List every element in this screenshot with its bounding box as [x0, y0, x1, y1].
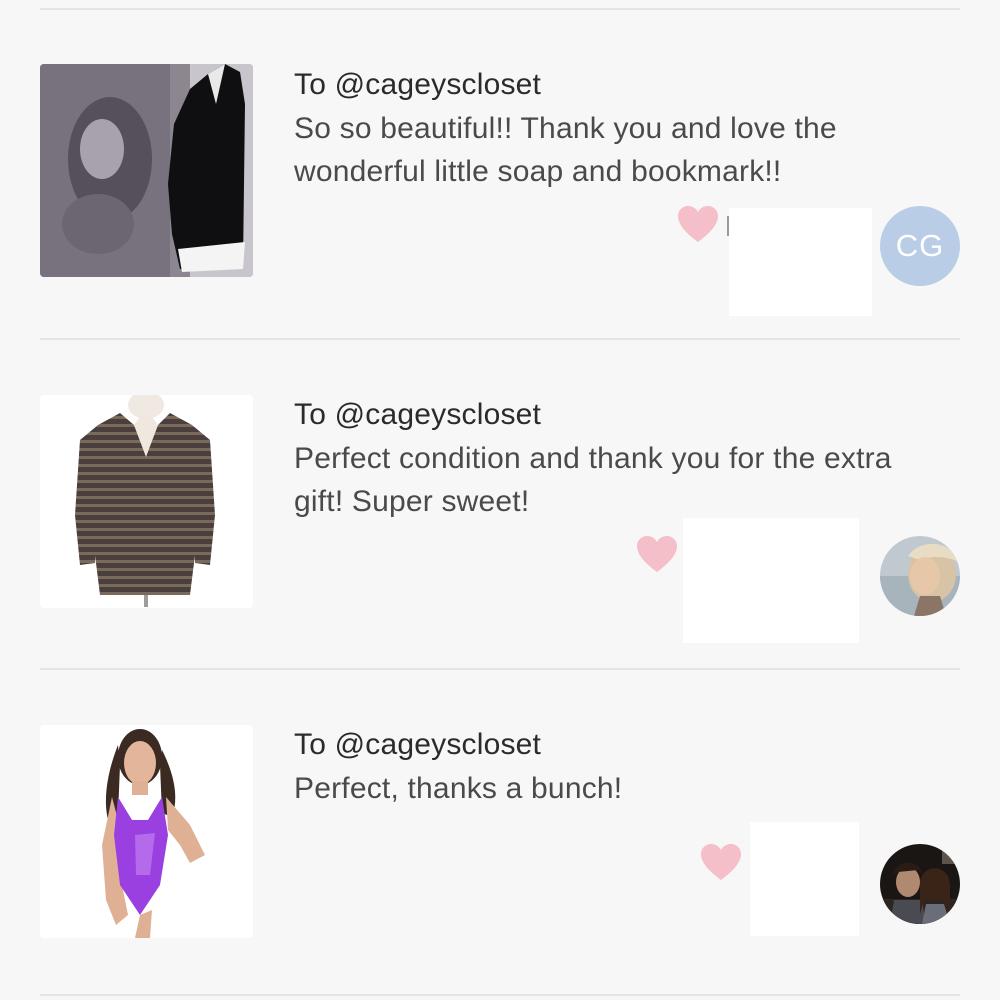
recipient-label[interactable]: To @cageyscloset — [294, 398, 541, 432]
redacted-area — [729, 208, 872, 316]
user-photo-avatar[interactable] — [880, 536, 960, 616]
divider — [40, 994, 960, 996]
feed-item: To @cageyscloset So so beautiful!! Thank… — [0, 10, 1000, 340]
user-photo-avatar[interactable] — [880, 844, 960, 924]
feed-item: To @cageyscloset Perfect condition and t… — [0, 340, 1000, 670]
heart-icon[interactable] — [636, 536, 678, 574]
product-thumbnail[interactable] — [40, 725, 253, 938]
heart-icon[interactable] — [700, 844, 742, 882]
heart-icon[interactable] — [677, 206, 719, 244]
user-avatar[interactable]: CG — [880, 206, 960, 286]
recipient-label[interactable]: To @cageyscloset — [294, 728, 541, 762]
redacted-area — [750, 822, 859, 936]
comment-text: So so beautiful!! Thank you and love the… — [294, 112, 837, 188]
recipient-label[interactable]: To @cageyscloset — [294, 68, 541, 102]
love-notes-feed: To @cageyscloset So so beautiful!! Thank… — [0, 0, 1000, 1000]
purple-swimsuit-photo — [40, 725, 253, 938]
redacted-area — [683, 518, 859, 643]
product-thumbnail[interactable] — [40, 64, 253, 277]
comment-text: Perfect condition and thank you for the … — [294, 442, 892, 518]
striped-knit-sweater-photo — [40, 395, 253, 608]
black-wrap-dress-photo — [40, 64, 253, 277]
feed-item: To @cageyscloset Perfect, thanks a bunch… — [0, 670, 1000, 1000]
comment-text: Perfect, thanks a bunch! — [294, 772, 623, 805]
product-thumbnail[interactable] — [40, 395, 253, 608]
